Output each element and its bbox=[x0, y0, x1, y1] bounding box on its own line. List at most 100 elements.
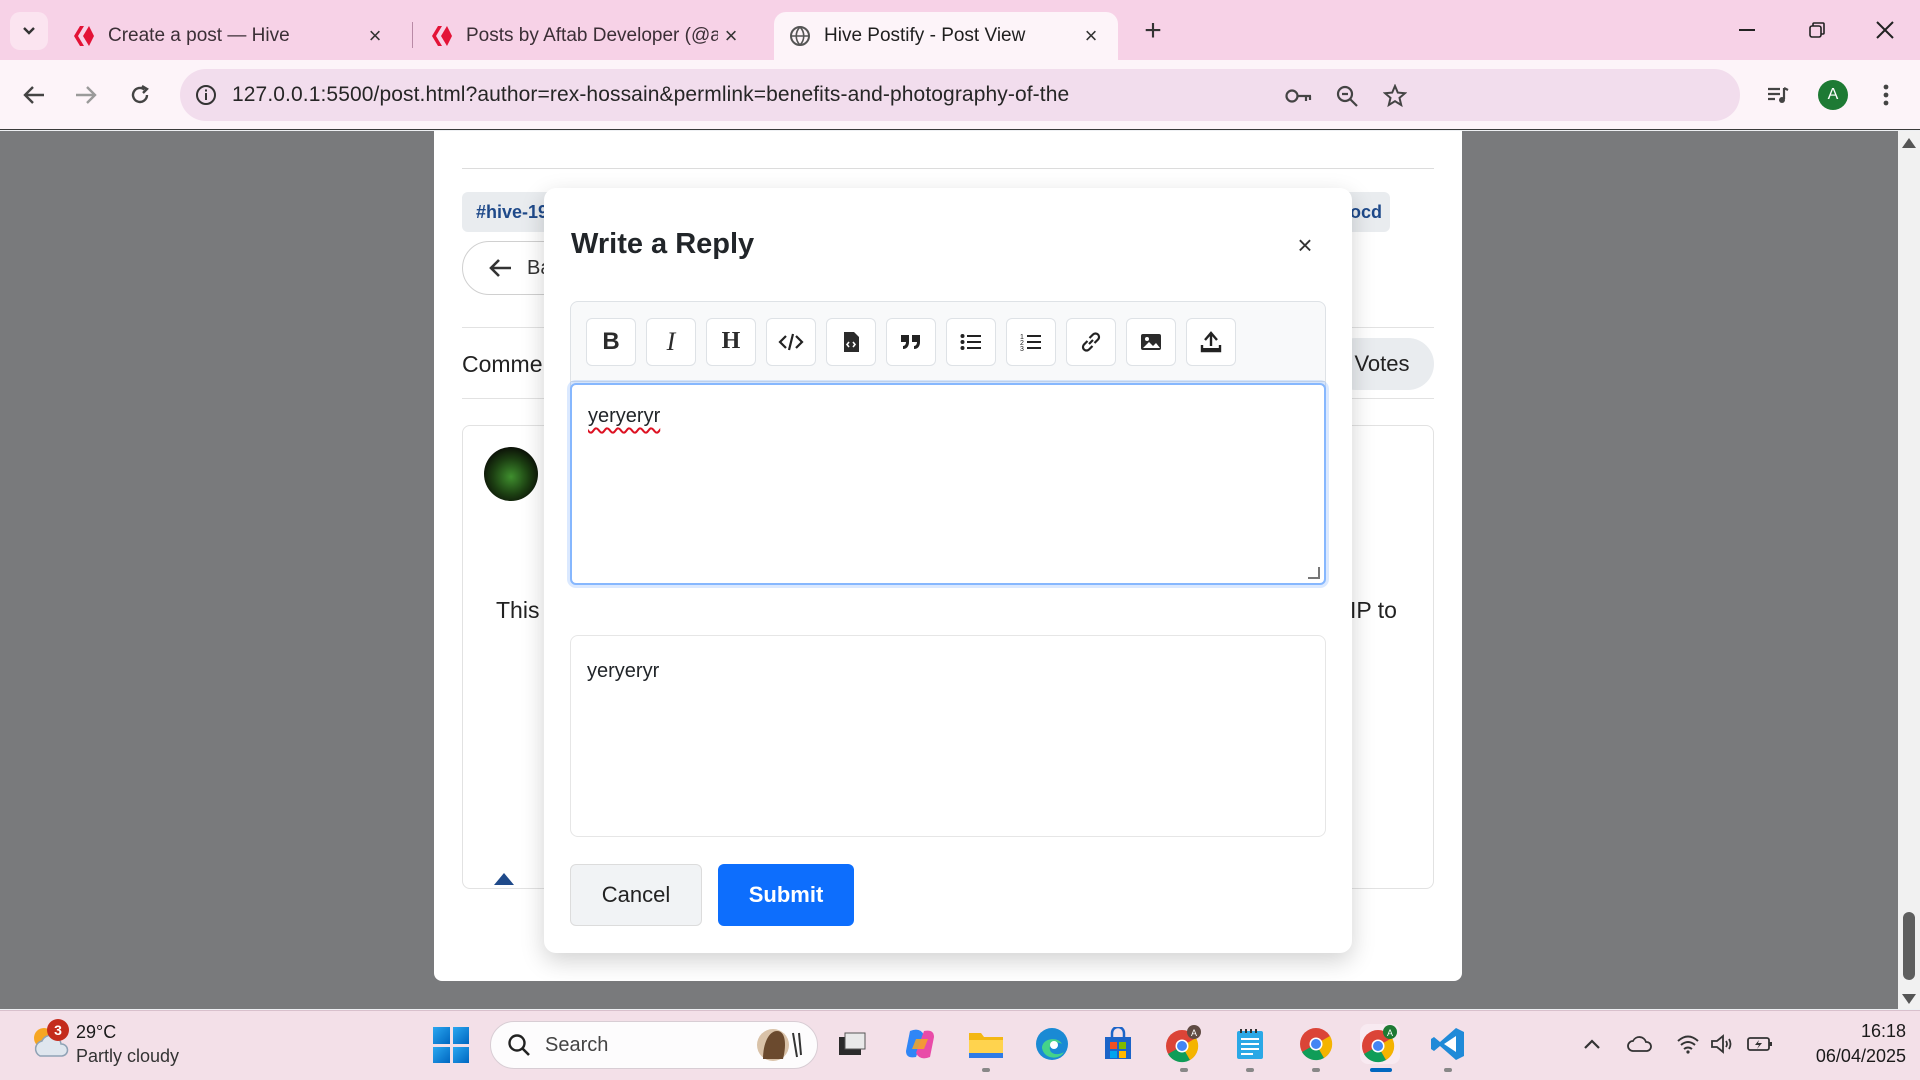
weather-description[interactable]: Partly cloudy bbox=[76, 1046, 179, 1067]
site-info-icon[interactable] bbox=[180, 84, 232, 106]
reply-preview: yeryeryr bbox=[570, 635, 1326, 837]
reply-modal: Write a Reply × B I H 123 yeryeryr yerye… bbox=[544, 188, 1352, 953]
image-icon[interactable] bbox=[1126, 317, 1176, 366]
tab-close-icon[interactable]: × bbox=[718, 23, 744, 49]
minimize-icon[interactable] bbox=[1722, 10, 1772, 50]
comment-text: This bbox=[496, 597, 540, 623]
back-arrow-icon bbox=[489, 259, 511, 277]
comments-title: Comme bbox=[462, 351, 543, 377]
bullet-list-icon[interactable] bbox=[946, 317, 996, 366]
chrome-profile-icon[interactable]: A bbox=[1164, 1024, 1204, 1064]
battery-charging-icon[interactable] bbox=[1746, 1030, 1774, 1058]
copilot-icon[interactable] bbox=[900, 1024, 940, 1064]
scrollbar-thumb[interactable] bbox=[1903, 912, 1915, 980]
back-arrow-icon[interactable] bbox=[14, 75, 54, 115]
chrome-icon[interactable] bbox=[1296, 1024, 1336, 1064]
taskbar-search[interactable]: Search bbox=[490, 1021, 818, 1069]
svg-text:A: A bbox=[1387, 1028, 1393, 1038]
task-view-icon[interactable] bbox=[832, 1024, 872, 1064]
tab-label: Hive Postify - Post View bbox=[824, 25, 1026, 46]
weather-alert-badge: 3 bbox=[47, 1019, 69, 1041]
media-control-icon[interactable] bbox=[1758, 75, 1798, 115]
tab-posts-by-aftab[interactable]: Posts by Aftab Developer (@aft × bbox=[416, 12, 758, 60]
chevron-down-icon bbox=[23, 27, 35, 35]
code-icon[interactable] bbox=[766, 317, 816, 366]
hive-icon bbox=[72, 24, 96, 48]
tab-create-post[interactable]: Create a post — Hive × bbox=[58, 12, 402, 60]
avatar[interactable] bbox=[484, 447, 538, 501]
wifi-icon[interactable] bbox=[1674, 1030, 1702, 1058]
upvote-icon[interactable] bbox=[494, 873, 514, 885]
search-label: Search bbox=[545, 1033, 609, 1056]
forward-arrow-icon[interactable] bbox=[66, 75, 106, 115]
running-indicator bbox=[1246, 1068, 1254, 1072]
preview-text: yeryeryr bbox=[587, 660, 660, 682]
heading-icon[interactable]: H bbox=[706, 317, 756, 366]
submit-button[interactable]: Submit bbox=[718, 864, 854, 926]
tray-chevron-up-icon[interactable] bbox=[1578, 1030, 1606, 1058]
edge-icon[interactable] bbox=[1032, 1024, 1072, 1064]
tab-close-icon[interactable]: × bbox=[1078, 23, 1104, 49]
new-tab-button[interactable]: + bbox=[1136, 14, 1170, 48]
numbered-list-icon[interactable]: 123 bbox=[1006, 317, 1056, 366]
chrome-active-icon[interactable]: A bbox=[1360, 1024, 1400, 1064]
address-bar[interactable]: 127.0.0.1:5500/post.html?author=rex-hoss… bbox=[180, 69, 1740, 121]
modal-title: Write a Reply bbox=[571, 228, 755, 260]
tab-close-icon[interactable]: × bbox=[362, 23, 388, 49]
close-icon[interactable]: × bbox=[1290, 230, 1320, 260]
microsoft-store-icon[interactable] bbox=[1098, 1024, 1138, 1064]
browser-toolbar: 127.0.0.1:5500/post.html?author=rex-hoss… bbox=[0, 60, 1920, 130]
reply-textarea[interactable]: yeryeryr bbox=[570, 383, 1326, 585]
svg-text:A: A bbox=[1191, 1028, 1197, 1038]
scroll-up-icon[interactable] bbox=[1902, 138, 1916, 148]
running-indicator bbox=[982, 1068, 990, 1072]
italic-icon[interactable]: I bbox=[646, 317, 696, 366]
tab-search-button[interactable] bbox=[10, 12, 48, 50]
key-icon[interactable] bbox=[1284, 81, 1314, 111]
tab-post-view[interactable]: Hive Postify - Post View × bbox=[774, 12, 1118, 60]
clock-date[interactable]: 06/04/2025 bbox=[1796, 1046, 1906, 1067]
svg-text:3: 3 bbox=[1020, 346, 1024, 352]
url-text[interactable]: 127.0.0.1:5500/post.html?author=rex-hoss… bbox=[232, 83, 1069, 107]
zoom-icon[interactable] bbox=[1332, 81, 1362, 111]
globe-icon bbox=[788, 24, 812, 48]
restore-icon[interactable] bbox=[1792, 10, 1842, 50]
onedrive-cloud-icon[interactable] bbox=[1626, 1030, 1654, 1058]
upload-icon[interactable] bbox=[1186, 317, 1236, 366]
editor-toolbar: B I H 123 bbox=[571, 302, 1325, 382]
search-highlight-icon bbox=[757, 1029, 802, 1061]
tab-separator bbox=[412, 22, 413, 48]
weather-temperature[interactable]: 29°C bbox=[76, 1022, 116, 1043]
vscode-icon[interactable] bbox=[1428, 1024, 1468, 1064]
windows-start-icon[interactable] bbox=[433, 1027, 469, 1063]
bookmark-star-icon[interactable] bbox=[1380, 81, 1410, 111]
tab-label: Create a post — Hive bbox=[108, 25, 290, 46]
reload-icon[interactable] bbox=[120, 75, 160, 115]
link-icon[interactable] bbox=[1066, 317, 1116, 366]
menu-kebab-icon[interactable] bbox=[1866, 75, 1906, 115]
quote-icon[interactable] bbox=[886, 317, 936, 366]
clock-time[interactable]: 16:18 bbox=[1842, 1021, 1906, 1042]
running-indicator bbox=[1444, 1068, 1452, 1072]
window-close-icon[interactable] bbox=[1860, 10, 1910, 50]
bold-icon[interactable]: B bbox=[586, 317, 636, 366]
running-indicator bbox=[1312, 1068, 1320, 1072]
cancel-button[interactable]: Cancel bbox=[570, 864, 702, 926]
textarea-value: yeryeryr bbox=[588, 405, 661, 427]
notepad-icon[interactable] bbox=[1230, 1024, 1270, 1064]
running-indicator bbox=[1180, 1068, 1188, 1072]
volume-icon[interactable] bbox=[1708, 1030, 1736, 1058]
file-explorer-icon[interactable] bbox=[966, 1024, 1006, 1064]
scrollbar[interactable] bbox=[1898, 131, 1920, 1009]
hive-icon bbox=[430, 24, 454, 48]
profile-avatar[interactable]: A bbox=[1818, 80, 1848, 110]
search-icon bbox=[508, 1034, 530, 1056]
tab-strip: Create a post — Hive × Posts by Aftab De… bbox=[0, 0, 1920, 60]
comment-text: IP to bbox=[1350, 597, 1397, 623]
active-indicator bbox=[1370, 1068, 1392, 1072]
tab-label: Posts by Aftab Developer (@aft bbox=[466, 25, 718, 46]
code-file-icon[interactable] bbox=[826, 317, 876, 366]
scroll-down-icon[interactable] bbox=[1902, 994, 1916, 1004]
resize-handle-icon[interactable] bbox=[1308, 567, 1320, 579]
divider bbox=[462, 168, 1434, 169]
